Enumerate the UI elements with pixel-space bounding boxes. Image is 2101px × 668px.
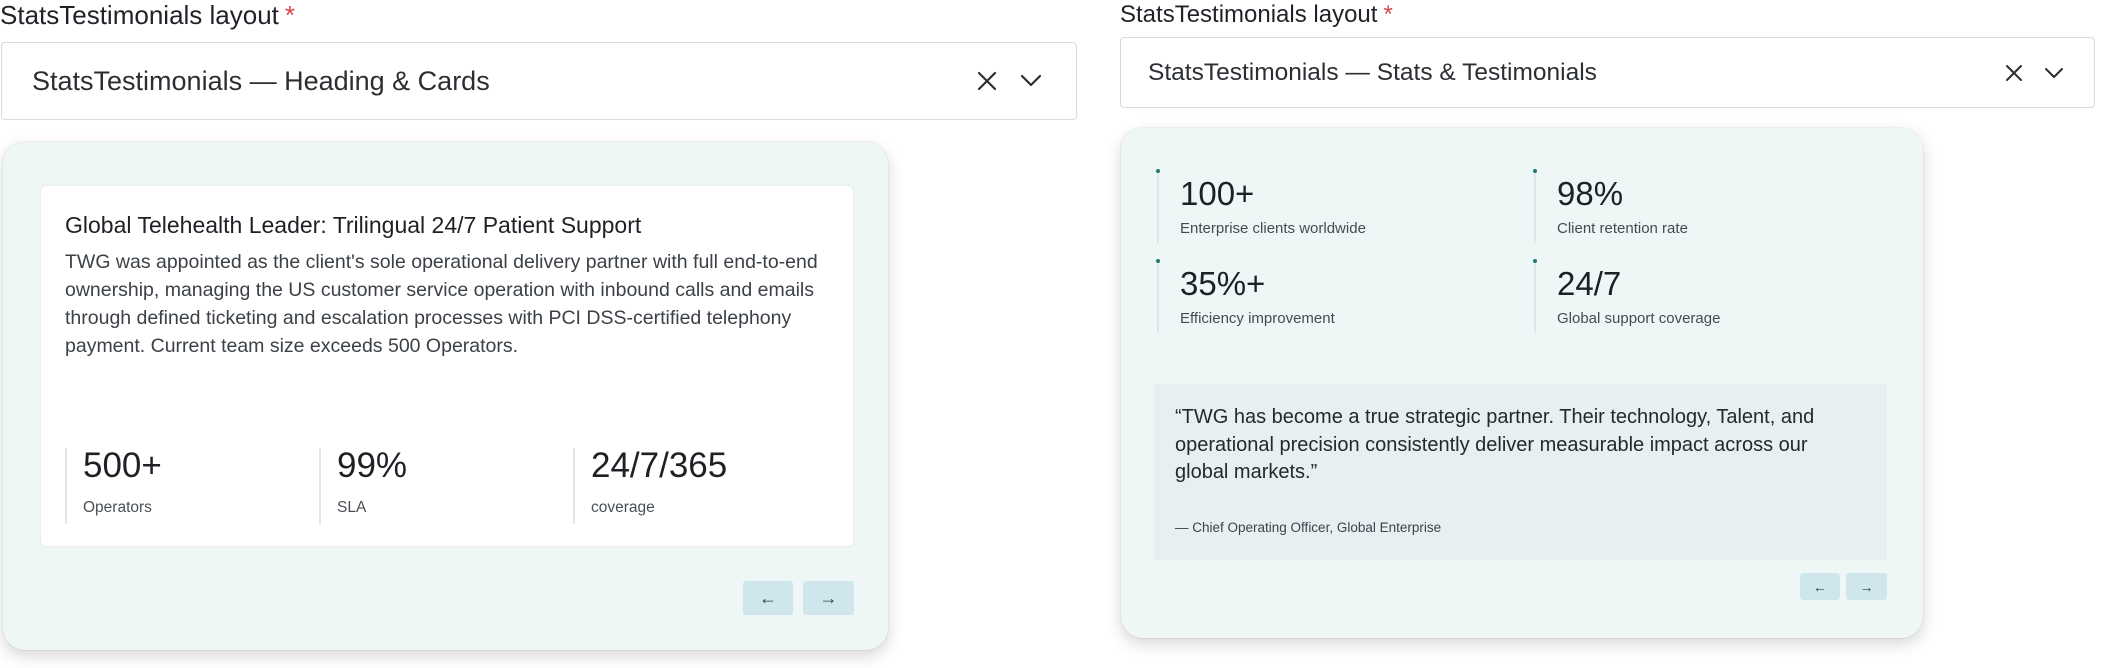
accent-dot bbox=[1156, 169, 1160, 173]
case-stat-label: Operators bbox=[83, 499, 152, 516]
right-select-value: StatsTestimonials — Stats & Testimonials bbox=[1148, 58, 1597, 86]
accent-dot bbox=[1533, 259, 1537, 263]
right-field-label: StatsTestimonials layout * bbox=[1120, 0, 1393, 27]
right-field-label-text: StatsTestimonials layout bbox=[1120, 1, 1378, 28]
arrow-left-icon: ← bbox=[1813, 578, 1827, 595]
left-next-button[interactable]: → bbox=[803, 581, 854, 615]
right-layout-select[interactable]: StatsTestimonials — Stats & Testimonials bbox=[1120, 37, 2095, 108]
case-body: TWG was appointed as the client's sole o… bbox=[65, 251, 818, 357]
arrow-right-icon: → bbox=[819, 587, 838, 608]
right-next-button[interactable]: → bbox=[1846, 573, 1887, 600]
case-stat-value: 99% bbox=[337, 446, 408, 485]
accent-dot bbox=[1156, 259, 1160, 263]
case-title: Global Telehealth Leader: Trilingual 24/… bbox=[65, 212, 642, 238]
chevron-down-icon[interactable] bbox=[2044, 67, 2064, 79]
stat-label: Efficiency improvement bbox=[1180, 310, 1335, 327]
stat-value: 98% bbox=[1557, 175, 1624, 212]
left-select-value: StatsTestimonials — Heading & Cards bbox=[32, 65, 490, 96]
testimonial-quote: “TWG has become a true strategic partner… bbox=[1175, 406, 1815, 483]
stat-value: 35%+ bbox=[1180, 265, 1266, 302]
stat-value: 24/7 bbox=[1557, 265, 1622, 302]
arrow-left-icon: ← bbox=[759, 587, 777, 608]
stat-value: 100+ bbox=[1180, 175, 1255, 212]
case-stat-value: 500+ bbox=[83, 446, 162, 485]
case-stat-label: SLA bbox=[337, 499, 367, 516]
stat-label: Enterprise clients worldwide bbox=[1180, 220, 1366, 237]
stat-label: Client retention rate bbox=[1557, 220, 1688, 237]
left-field-label-text: StatsTestimonials layout bbox=[0, 0, 279, 30]
stat-enterprise-clients: 100+ Enterprise clients worldwide bbox=[1156, 169, 1366, 243]
close-icon[interactable] bbox=[2004, 63, 2024, 83]
required-mark: * bbox=[1383, 1, 1393, 28]
accent-dot bbox=[1533, 169, 1537, 173]
case-stat-operators: 500+ Operators bbox=[65, 448, 162, 524]
close-icon[interactable] bbox=[976, 70, 998, 92]
case-stat-value: 24/7/365 bbox=[591, 446, 728, 485]
case-stat-coverage: 24/7/365 coverage bbox=[573, 448, 727, 524]
left-layout-select[interactable]: StatsTestimonials — Heading & Cards bbox=[1, 42, 1077, 120]
stat-retention: 98% Client retention rate bbox=[1533, 169, 1688, 243]
stat-label: Global support coverage bbox=[1557, 310, 1721, 327]
testimonial-author: — Chief Operating Officer, Global Enterp… bbox=[1175, 520, 1442, 535]
required-mark: * bbox=[284, 0, 296, 30]
stat-support: 24/7 Global support coverage bbox=[1533, 259, 1721, 333]
chevron-down-icon[interactable] bbox=[1020, 74, 1042, 88]
left-prev-button[interactable]: ← bbox=[743, 581, 793, 615]
stat-efficiency: 35%+ Efficiency improvement bbox=[1156, 259, 1335, 333]
case-stat-label: coverage bbox=[591, 499, 655, 516]
left-field-label: StatsTestimonials layout * bbox=[0, 2, 295, 28]
arrow-right-icon: → bbox=[1859, 578, 1874, 595]
case-stat-sla: 99% SLA bbox=[319, 448, 407, 524]
case-study-card: Global Telehealth Leader: Trilingual 24/… bbox=[40, 185, 854, 547]
testimonial-box: “TWG has become a true strategic partner… bbox=[1154, 384, 1887, 560]
right-prev-button[interactable]: ← bbox=[1800, 573, 1840, 600]
